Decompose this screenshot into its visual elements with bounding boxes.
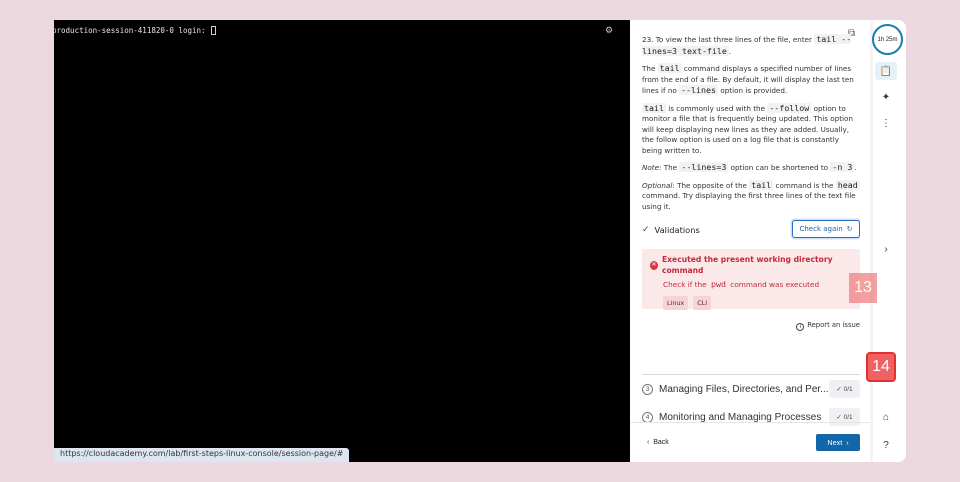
tag: CLI xyxy=(693,295,712,310)
module-number: 3 xyxy=(642,383,653,395)
refresh-icon: ↻ xyxy=(846,224,853,233)
check-again-button[interactable]: Check again ↻ xyxy=(792,220,860,238)
error-title: Executed the present working directory c… xyxy=(661,255,833,275)
back-button[interactable]: ‹ Back xyxy=(647,439,669,446)
validation-error-card: ✕ Executed the present working directory… xyxy=(642,249,860,310)
module-number: 4 xyxy=(642,411,653,423)
report-issue-link[interactable]: i Report an issue xyxy=(642,320,860,331)
terminal-cursor xyxy=(211,26,217,35)
clipboard-icon[interactable]: 📋 xyxy=(875,62,897,80)
chevron-right-icon[interactable]: › xyxy=(876,240,896,258)
terminal-console[interactable]: production-session-411820-0 login: ⚙ htt… xyxy=(54,20,630,462)
divider xyxy=(642,374,860,375)
paragraph-tail-description: The tail command displays a specified nu… xyxy=(642,63,854,95)
terminal-prompt: production-session-411820-0 login: xyxy=(54,26,217,35)
tag: Linux xyxy=(663,295,689,310)
step-23-text: 23. To view the last three lines of the … xyxy=(642,34,852,56)
status-bar-url: https://cloudacademy.com/lab/first-steps… xyxy=(54,448,350,462)
info-icon: i xyxy=(796,323,805,331)
module-progress-badge: ✓ 0/1 xyxy=(829,380,860,398)
sparkle-icon[interactable]: ✦ xyxy=(876,88,896,106)
more-vertical-icon[interactable]: ⋮ xyxy=(876,114,896,132)
navigation-footer: ‹ Back Next › xyxy=(630,422,870,462)
paragraph-follow-option: tail is commonly used with the --follow … xyxy=(642,102,853,155)
validations-header[interactable]: ✓ Validations Check again ↻ xyxy=(642,220,860,240)
paragraph-optional: Optional: The opposite of the tail comma… xyxy=(642,179,860,211)
app-frame: production-session-411820-0 login: ⚙ htt… xyxy=(54,20,906,462)
paragraph-note: Note: The --lines=3 option can be shorte… xyxy=(642,162,857,172)
chevron-check-icon: ✓ xyxy=(642,224,650,235)
chevron-right-icon: › xyxy=(846,438,849,447)
validations-title: Validations xyxy=(654,224,700,235)
error-subtitle: Check if the pwd command was executed xyxy=(663,279,820,289)
instructions-scroll[interactable]: 23. To view the last three lines of the … xyxy=(642,20,860,420)
module-item-3[interactable]: 3 Managing Files, Directories, and Per..… xyxy=(642,380,860,398)
annotation-marker-13: 13 xyxy=(849,273,877,303)
error-x-icon: ✕ xyxy=(650,261,658,270)
module-title: Monitoring and Managing Processes xyxy=(659,411,822,423)
help-icon[interactable]: ? xyxy=(876,436,896,454)
gears-icon[interactable]: ⚙ xyxy=(605,26,613,36)
session-timer: 1h 25m xyxy=(872,24,903,55)
home-icon[interactable]: ⌂ xyxy=(876,408,896,426)
error-tags: Linux CLI xyxy=(663,295,852,310)
right-tool-rail: 1h 25m 📋 ✦ ⋮ › ⌂ ? xyxy=(864,20,906,462)
annotation-marker-14: 14 xyxy=(866,352,896,382)
module-title: Managing Files, Directories, and Per... xyxy=(659,383,829,395)
next-button[interactable]: Next › xyxy=(816,434,860,451)
